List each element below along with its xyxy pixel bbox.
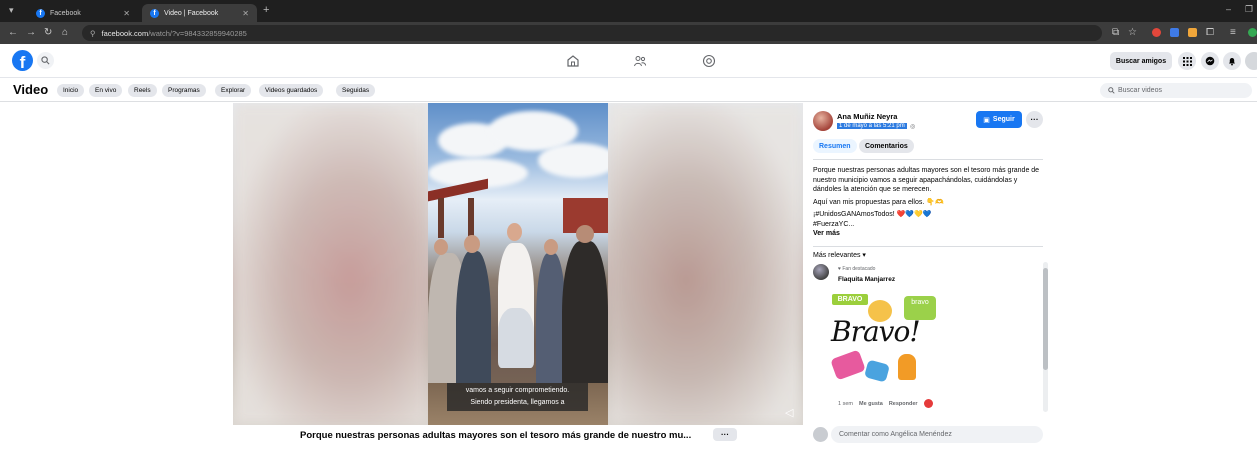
- tab-en-vivo[interactable]: En vivo: [89, 84, 123, 97]
- video-search-input[interactable]: Buscar videos: [1100, 83, 1252, 98]
- extension-icon[interactable]: [1152, 28, 1161, 37]
- menu-grid-icon[interactable]: [1178, 52, 1196, 70]
- page-title: Video: [13, 82, 49, 97]
- window-icon[interactable]: ❐: [1245, 4, 1253, 15]
- messenger-icon[interactable]: [1201, 52, 1219, 70]
- search-icon: [1108, 87, 1115, 94]
- love-reaction-icon: [923, 399, 933, 408]
- tab-title: Video | Facebook: [164, 9, 219, 17]
- follow-button[interactable]: ▣ Seguir: [976, 111, 1022, 128]
- find-friends-button[interactable]: Buscar amigos: [1110, 52, 1172, 70]
- close-tab-icon[interactable]: ✕: [123, 9, 130, 18]
- facebook-favicon-icon: f: [150, 8, 159, 18]
- commenter-avatar[interactable]: [813, 264, 829, 280]
- bravo-sticker: BRAVO bravo Bravo!: [828, 290, 938, 395]
- url-host: facebook.com: [101, 28, 149, 38]
- tab-explorar[interactable]: Explorar: [215, 84, 252, 97]
- close-tab-icon[interactable]: ✕: [242, 9, 249, 18]
- comment-actions: 1 sem Me gusta Responder: [838, 399, 933, 408]
- facebook-favicon-icon: f: [36, 8, 45, 18]
- new-tab-button[interactable]: +: [263, 4, 269, 16]
- comment-input[interactable]: Comentar como Angélica Menéndez: [831, 426, 1043, 443]
- tab-resumen[interactable]: Resumen: [813, 139, 857, 153]
- post-date[interactable]: 1 de mayo a las 5:21 pm: [837, 123, 907, 129]
- notifications-bell-icon[interactable]: [1223, 52, 1241, 70]
- video-more-button[interactable]: ···: [713, 428, 737, 441]
- post-description: Porque nuestras personas adultas mayores…: [813, 166, 1043, 239]
- browser-tab-video[interactable]: f Video | Facebook ✕: [142, 4, 257, 22]
- home-icon[interactable]: ⌂: [62, 27, 68, 38]
- url-path: /watch/?v=984332859940285: [148, 28, 247, 38]
- top-fan-badge: ♥ Fan destacado: [838, 266, 876, 272]
- like-comment-button[interactable]: Me gusta: [859, 401, 883, 407]
- browser-tab-bar: ▾ f Facebook ✕ f Video | Facebook ✕ + – …: [0, 0, 1257, 22]
- search-icon[interactable]: [37, 52, 54, 69]
- comment-composer: Comentar como Angélica Menéndez: [813, 426, 1043, 444]
- extension-icon[interactable]: [1170, 28, 1179, 37]
- cast-icon[interactable]: ⧉: [1112, 27, 1119, 38]
- profile-avatar[interactable]: [1245, 52, 1257, 70]
- commenter-name[interactable]: Flaquita Manjarrez: [838, 276, 895, 283]
- video-subnav: Video Inicio En vivo Reels Programas Exp…: [0, 78, 1257, 102]
- tab-seguidas[interactable]: Seguidas: [336, 84, 376, 97]
- tab-reels[interactable]: Reels: [128, 84, 157, 97]
- follow-icon: ▣: [983, 116, 990, 124]
- tab-inicio[interactable]: Inicio: [57, 84, 85, 97]
- profile-icon[interactable]: [1248, 28, 1257, 37]
- tab-title: Facebook: [50, 9, 81, 17]
- home-nav-icon[interactable]: [566, 54, 580, 68]
- globe-icon: ◎: [910, 124, 916, 130]
- see-more-link[interactable]: Ver más: [813, 229, 1043, 239]
- comment-age: 1 sem: [838, 400, 853, 407]
- facebook-header: f Buscar amigos: [0, 44, 1257, 78]
- comments-scrollbar[interactable]: [1043, 262, 1048, 412]
- reload-icon[interactable]: ↻: [44, 27, 52, 38]
- side-panel-icon[interactable]: ≡: [1230, 27, 1236, 38]
- site-info-icon[interactable]: ⚲: [90, 29, 96, 38]
- forward-icon[interactable]: →: [26, 27, 36, 38]
- post-options-button[interactable]: ···: [1026, 111, 1043, 128]
- video-post-title: Porque nuestras personas adultas mayores…: [300, 430, 692, 441]
- video-subtitles: vamos a seguir comprometiendo. Siendo pr…: [447, 383, 588, 411]
- tab-comentarios[interactable]: Comentarios: [859, 139, 914, 153]
- author-avatar[interactable]: [813, 111, 833, 131]
- author-name[interactable]: Ana Muñiz Neyra: [837, 112, 897, 121]
- address-bar[interactable]: ⚲ facebook.com/watch/?v=984332859940285: [82, 25, 1102, 41]
- divider: [813, 246, 1043, 247]
- video-frame[interactable]: [428, 103, 608, 425]
- browser-toolbar: ← → ↻ ⌂ ⚲ facebook.com/watch/?v=98433285…: [0, 22, 1257, 44]
- comment-sort-dropdown[interactable]: Más relevantes ▾: [813, 251, 866, 259]
- minimize-button[interactable]: –: [1226, 4, 1231, 14]
- extensions-puzzle-icon[interactable]: ⧠: [1206, 27, 1214, 38]
- waving-hand-icon: [898, 354, 916, 380]
- search-placeholder: Buscar videos: [1118, 87, 1162, 94]
- tab-videos-guardados[interactable]: Videos guardados: [259, 84, 324, 97]
- friends-nav-icon[interactable]: [633, 54, 647, 68]
- my-avatar: [813, 427, 828, 442]
- tab-search-icon[interactable]: ▾: [9, 5, 14, 16]
- volume-icon[interactable]: ◁: [785, 406, 793, 419]
- bookmark-star-icon[interactable]: ☆: [1128, 27, 1137, 38]
- back-icon[interactable]: ←: [8, 27, 18, 38]
- extension-icon[interactable]: [1188, 28, 1197, 37]
- facebook-logo[interactable]: f: [12, 50, 33, 71]
- divider: [813, 159, 1043, 160]
- tab-programas[interactable]: Programas: [162, 84, 206, 97]
- browser-tab-facebook[interactable]: f Facebook ✕: [28, 4, 138, 22]
- groups-nav-icon[interactable]: [702, 54, 716, 68]
- reply-comment-button[interactable]: Responder: [889, 401, 918, 407]
